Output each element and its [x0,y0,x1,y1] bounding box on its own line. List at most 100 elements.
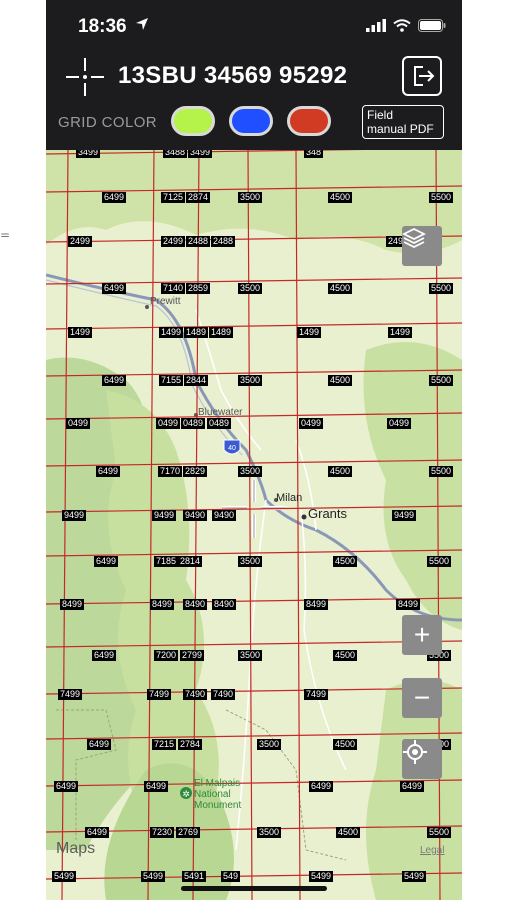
grid-color-label: GRID COLOR [58,114,158,131]
left-edge-fragment: = [0,228,11,242]
grid-coordinate-label: 9499 [152,510,177,521]
map-view[interactable]: 40 ✲ 3499 3488 3499 348 6499 7125 2874 3500 4500… [46,150,462,900]
grid-coordinate-label: 7499 [147,689,172,700]
grid-coordinate-label: 3500 [238,556,263,567]
apple-maps-logo: Maps [56,840,95,858]
grid-color-blue-button[interactable] [229,106,273,136]
grid-coordinate-label: 5491 [182,871,207,882]
grid-coordinate-label: 3499 [188,150,213,158]
app-header: 13SBU 34569 95292 GRID COLOR Field manua… [46,56,462,150]
grid-coordinate-label: 5500 [429,283,454,294]
grid-coordinate-label: 2829 [183,466,208,477]
grid-coordinate-label: 0489 [207,418,232,429]
grid-coordinate-label: 0499 [387,418,412,429]
grid-coordinate-label: 2499 [68,236,93,247]
grid-coordinate-label: 8490 [212,599,237,610]
place-el-malpais: El Malpais National Monument [194,778,241,811]
grid-coordinate-label: 1489 [209,327,234,338]
exit-icon [414,66,435,86]
grid-coordinate-label: 0499 [156,418,181,429]
grid-coordinate-label: 0489 [181,418,206,429]
grid-coordinate-label: 2769 [176,827,201,838]
grid-coordinate-label: 9499 [392,510,417,521]
layers-icon [402,227,426,249]
grid-coordinate-label: 6499 [102,192,127,203]
grid-coordinate-label: 9490 [183,510,208,521]
cellular-signal-icon [366,19,386,32]
grid-coordinate-label: 6499 [87,739,112,750]
grid-line-horizontal [46,687,462,695]
grid-line-horizontal [46,150,365,155]
grid-coordinate-label: 4500 [333,556,358,567]
grid-coordinate-label: 0499 [299,418,324,429]
grid-coordinate-label: 5499 [52,871,77,882]
grid-coordinate-label: 2814 [178,556,203,567]
status-bar: 18:36 [46,0,462,56]
grid-coordinate-label: 2488 [186,236,211,247]
legal-link[interactable]: Legal [420,845,444,856]
grid-coordinate-label: 1499 [159,327,184,338]
grid-coordinate-label: 549 [221,871,241,882]
grid-coordinate-label: 4500 [328,466,353,477]
grid-coordinate-label: 5499 [141,871,166,882]
grid-coordinate-label: 3500 [238,192,263,203]
grid-coordinate-label: 7230 [150,827,175,838]
place-bluewater: Bluewater [198,407,243,418]
phone-screen: 18:36 13SBU 34569 95292 GRID COLOR Field… [46,0,462,900]
grid-coordinate-label: 2488 [211,236,236,247]
grid-coordinate-label: 3488 [163,150,188,158]
locate-icon [403,740,427,764]
home-indicator[interactable] [181,886,327,891]
place-milan: Milan [276,492,303,504]
grid-coordinate-label: 8499 [150,599,175,610]
grid-coordinate-label: 2844 [184,375,209,386]
grid-coordinate-label: 3500 [238,283,263,294]
grid-coordinate-label: 5500 [429,466,454,477]
location-arrow-icon [135,17,149,36]
grid-color-red-button[interactable] [287,106,331,136]
grid-line-vertical [247,150,253,900]
status-time: 18:36 [78,16,127,37]
grid-coordinate-label: 5500 [429,375,454,386]
grid-coordinate-label: 7125 [161,192,186,203]
grid-coordinate-label: 1499 [68,327,93,338]
field-manual-pdf-button[interactable]: Field manual PDF [362,105,444,139]
grid-coordinate-label: 2784 [178,739,203,750]
grid-coordinate-label: 3500 [257,827,282,838]
grid-coordinate-label: 3500 [257,739,282,750]
grid-coordinate-label: 4500 [328,283,353,294]
layers-button[interactable] [402,226,442,266]
grid-coordinate-label: 6499 [92,650,117,661]
grid-coordinate-label: 6499 [144,781,169,792]
grid-coordinate-label: 4500 [333,650,358,661]
grid-coordinate-label: 1499 [297,327,322,338]
wifi-icon [393,19,411,32]
exit-button[interactable] [402,56,442,96]
locate-button[interactable] [402,739,442,779]
grid-coordinate-label: 348 [304,150,324,158]
pdf-button-line2: manual PDF [367,122,434,136]
grid-coordinate-label: 8499 [60,599,85,610]
grid-coordinate-label: 4500 [328,192,353,203]
zoom-in-button[interactable]: + [402,615,442,655]
grid-coordinate-label: 0499 [66,418,91,429]
grid-coordinate-label: 7490 [183,689,208,700]
park-line1: El Malpais [194,778,241,789]
maps-logo-text: Maps [56,840,96,857]
grid-coordinate-label: 3500 [238,466,263,477]
grid-coordinate-label: 7170 [158,466,183,477]
grid-line-horizontal [46,640,462,648]
grid-coordinate-label: 7499 [304,689,329,700]
pdf-button-line1: Field [367,108,394,122]
grid-line-vertical [295,150,301,900]
grid-coordinate-label: 7155 [159,375,184,386]
grid-coordinate-label: 1489 [184,327,209,338]
grid-color-green-button[interactable] [171,106,215,136]
grid-coordinate-label: 5500 [429,192,454,203]
grid-coordinate-label: 6499 [54,781,79,792]
place-grants: Grants [308,506,348,521]
grid-coordinate-label: 5499 [402,871,427,882]
status-icons [366,19,446,32]
zoom-out-button[interactable]: − [402,678,442,718]
grid-coordinate-label: 6499 [85,827,110,838]
